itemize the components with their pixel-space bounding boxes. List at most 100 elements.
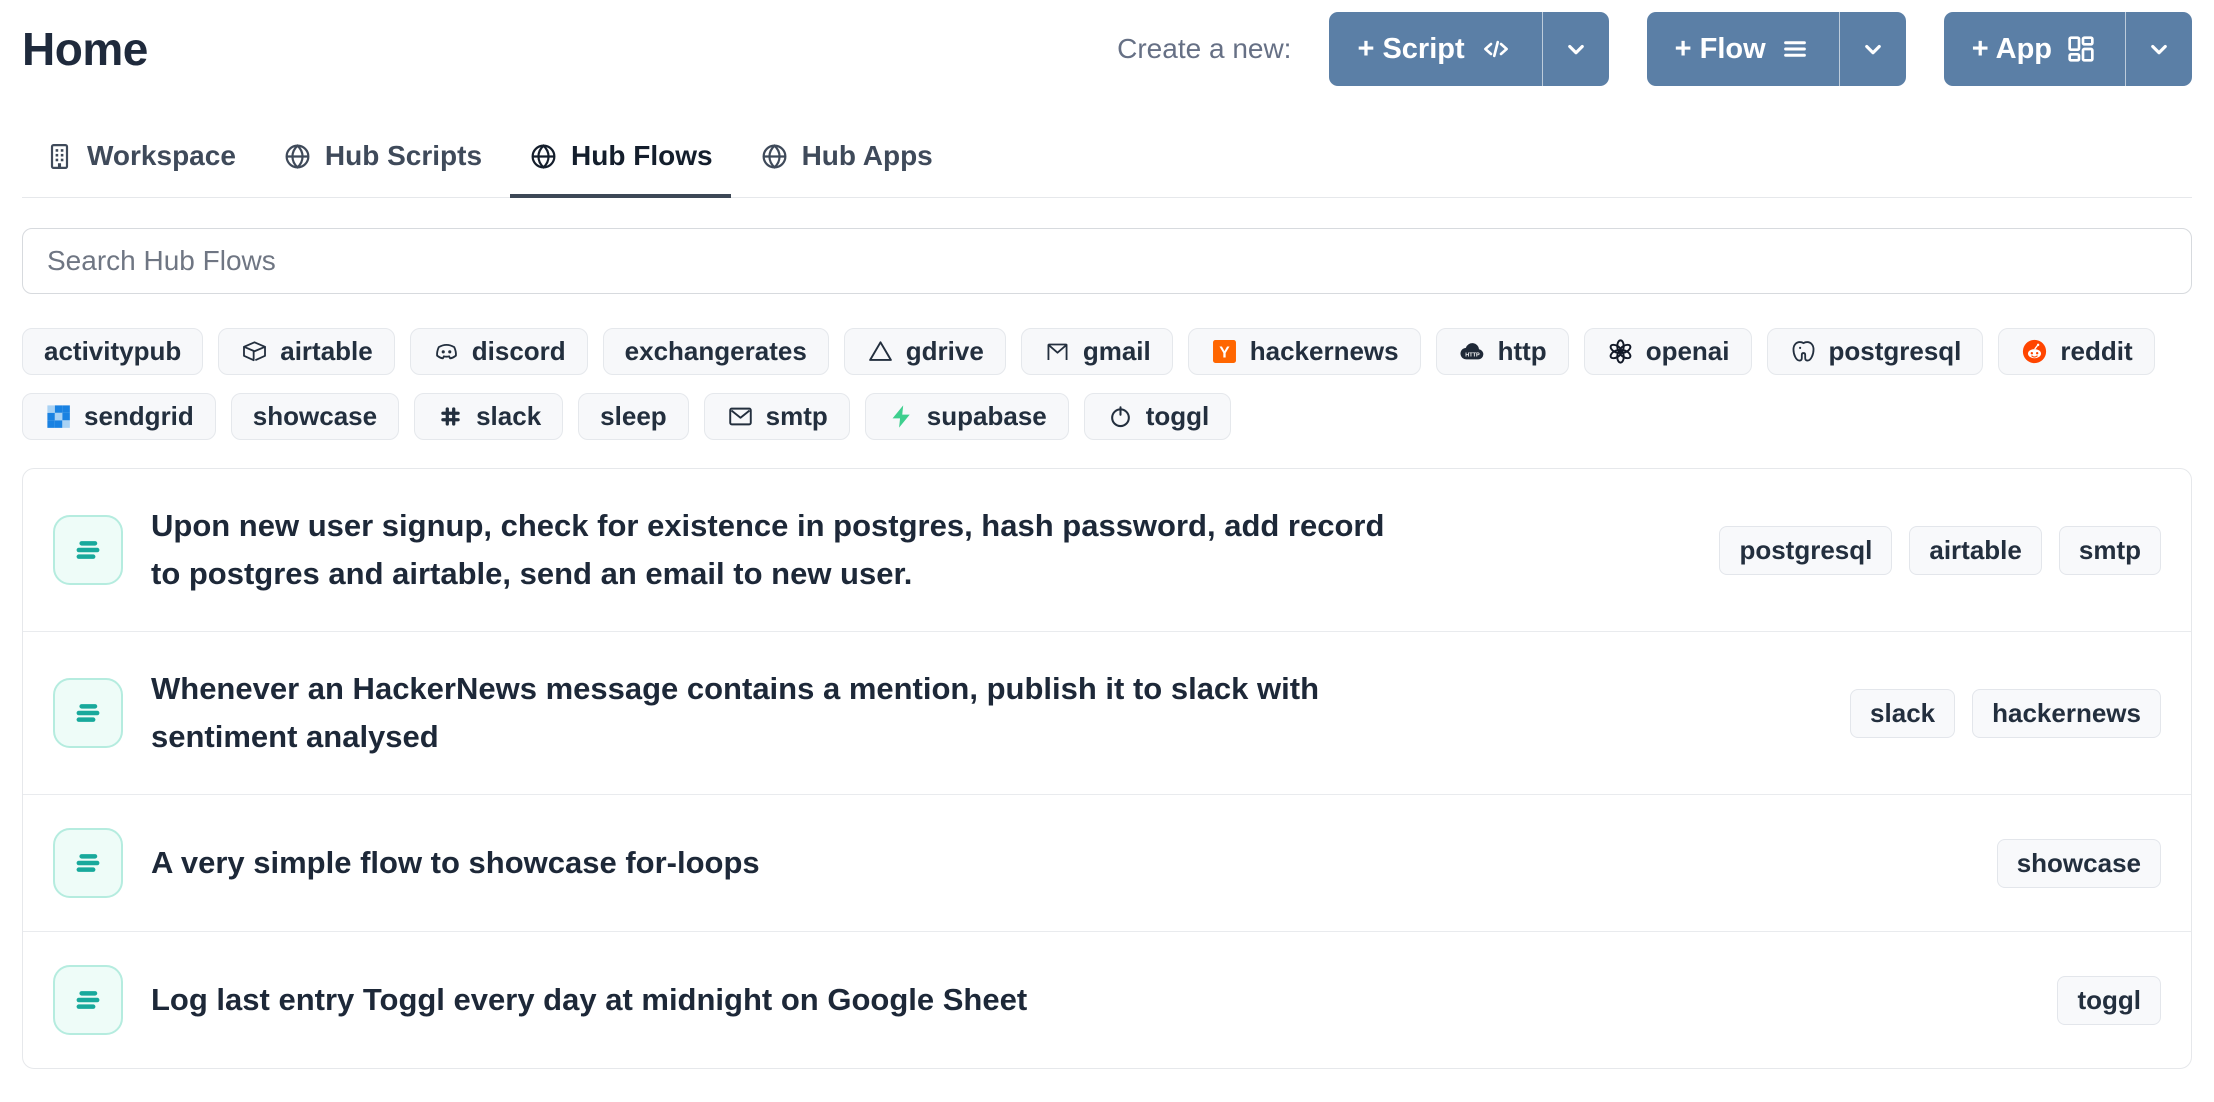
flow-icon [53, 678, 123, 748]
filter-tag-openai[interactable]: openai [1584, 328, 1752, 375]
filter-tag-list: activitypub airtable discord exchangerates g… [22, 328, 2192, 440]
filter-tag-label: showcase [253, 401, 377, 432]
tab-hub-flows[interactable]: Hub Flows [510, 128, 731, 198]
postgresql-icon [1789, 337, 1818, 366]
toggl-icon [1106, 402, 1135, 431]
hackernews-icon: Y [1210, 337, 1239, 366]
flow-badges: toggl [2057, 976, 2161, 1025]
tab-workspace[interactable]: Workspace [26, 128, 254, 198]
flow-badge-airtable: airtable [1909, 526, 2042, 575]
filter-tag-gmail[interactable]: gmail [1021, 328, 1173, 375]
new-flow-split-button: + Flow [1647, 12, 1906, 86]
flow-badge-showcase: showcase [1997, 839, 2161, 888]
create-new-area: Create a new: + Script+ Flow+ App [1117, 12, 2192, 86]
reddit-icon [2020, 337, 2049, 366]
filter-tag-hackernews[interactable]: Yhackernews [1188, 328, 1421, 375]
new-app-button[interactable]: + App [1944, 12, 2126, 86]
tab-label: Hub Scripts [325, 140, 482, 172]
globe-icon [759, 141, 790, 172]
svg-text:HTTP: HTTP [1465, 352, 1480, 358]
flow-row-icon [68, 693, 108, 733]
filter-tag-postgresql[interactable]: postgresql [1767, 328, 1984, 375]
filter-tag-label: http [1498, 336, 1547, 367]
filter-tag-label: airtable [280, 336, 373, 367]
tab-label: Workspace [87, 140, 236, 172]
chevron-down-icon [1858, 34, 1888, 64]
filter-tag-http[interactable]: HTTP http [1436, 328, 1569, 375]
filter-tag-exchangerates[interactable]: exchangerates [603, 328, 829, 375]
page-title: Home [22, 22, 148, 76]
filter-tag-gdrive[interactable]: gdrive [844, 328, 1006, 375]
flow-badge-hackernews: hackernews [1972, 689, 2161, 738]
new-app-split-button: + App [1944, 12, 2192, 86]
chevron-down-icon [1561, 34, 1591, 64]
flow-list-item[interactable]: A very simple flow to showcase for-loops… [23, 794, 2191, 931]
flow-list-item[interactable]: Whenever an HackerNews message contains … [23, 631, 2191, 794]
home-page: Home Create a new: + Script+ Flow+ App W… [0, 0, 2214, 1069]
filter-tag-slack[interactable]: slack [414, 393, 563, 440]
button-label: + App [1972, 33, 2052, 66]
filter-tag-sleep[interactable]: sleep [578, 393, 689, 440]
filter-tag-label: reddit [2060, 336, 2132, 367]
tab-label: Hub Apps [802, 140, 933, 172]
building-icon [44, 141, 75, 172]
code-icon [1478, 34, 1514, 64]
gmail-icon [1043, 337, 1072, 366]
search-input[interactable] [22, 228, 2192, 294]
filter-tag-reddit[interactable]: reddit [1998, 328, 2154, 375]
http-icon: HTTP [1458, 337, 1487, 366]
filter-tag-label: sendgrid [84, 401, 194, 432]
new-flow-dropdown-button[interactable] [1840, 12, 1906, 86]
flow-badge-slack: slack [1850, 689, 1955, 738]
svg-text:Y: Y [1219, 345, 1230, 362]
button-label: + Flow [1675, 33, 1766, 66]
new-script-button[interactable]: + Script [1329, 12, 1542, 86]
new-script-dropdown-button[interactable] [1543, 12, 1609, 86]
new-app-dropdown-button[interactable] [2126, 12, 2192, 86]
flow-row-icon [68, 843, 108, 883]
flow-list-item[interactable]: Log last entry Toggl every day at midnig… [23, 931, 2191, 1068]
flow-badges: slack hackernews [1850, 689, 2161, 738]
flow-list-item[interactable]: Upon new user signup, check for existenc… [23, 469, 2191, 631]
flow-icon [53, 515, 123, 585]
filter-tag-label: hackernews [1250, 336, 1399, 367]
discord-icon [432, 337, 461, 366]
flow-badges: showcase [1997, 839, 2161, 888]
filter-tag-label: exchangerates [625, 336, 807, 367]
filter-tag-label: sleep [600, 401, 667, 432]
flow-badge-postgresql: postgresql [1719, 526, 1892, 575]
filter-tag-showcase[interactable]: showcase [231, 393, 399, 440]
chevron-down-icon [2144, 34, 2174, 64]
page-header: Home Create a new: + Script+ Flow+ App [22, 12, 2192, 86]
flow-title: Log last entry Toggl every day at midnig… [151, 976, 1027, 1024]
filter-tag-supabase[interactable]: supabase [865, 393, 1069, 440]
filter-tag-label: postgresql [1829, 336, 1962, 367]
slack-icon [436, 402, 465, 431]
filter-tag-airtable[interactable]: airtable [218, 328, 395, 375]
new-script-split-button: + Script [1329, 12, 1608, 86]
filter-tag-label: openai [1646, 336, 1730, 367]
flow-row-icon [68, 530, 108, 570]
filter-tag-label: slack [476, 401, 541, 432]
sendgrid-icon [44, 402, 73, 431]
gdrive-icon [866, 337, 895, 366]
grid-icon [2065, 33, 2097, 65]
supabase-icon [887, 402, 916, 431]
flow-title: A very simple flow to showcase for-loops [151, 839, 760, 887]
create-buttons: + Script + Flow + App [1329, 12, 2192, 86]
new-flow-button[interactable]: + Flow [1647, 12, 1840, 86]
filter-tag-sendgrid[interactable]: sendgrid [22, 393, 216, 440]
filter-tag-label: activitypub [44, 336, 181, 367]
filter-tag-activitypub[interactable]: activitypub [22, 328, 203, 375]
tab-hub-scripts[interactable]: Hub Scripts [264, 128, 500, 198]
flow-badge-smtp: smtp [2059, 526, 2161, 575]
button-label: + Script [1357, 33, 1464, 66]
search-wrap [22, 228, 2192, 294]
filter-tag-toggl[interactable]: toggl [1084, 393, 1232, 440]
flow-icon [53, 965, 123, 1035]
filter-tag-smtp[interactable]: smtp [704, 393, 850, 440]
flow-badges: postgresql airtable smtp [1719, 526, 2161, 575]
filter-tag-discord[interactable]: discord [410, 328, 588, 375]
tab-hub-apps[interactable]: Hub Apps [741, 128, 951, 198]
filter-tag-label: toggl [1146, 401, 1210, 432]
